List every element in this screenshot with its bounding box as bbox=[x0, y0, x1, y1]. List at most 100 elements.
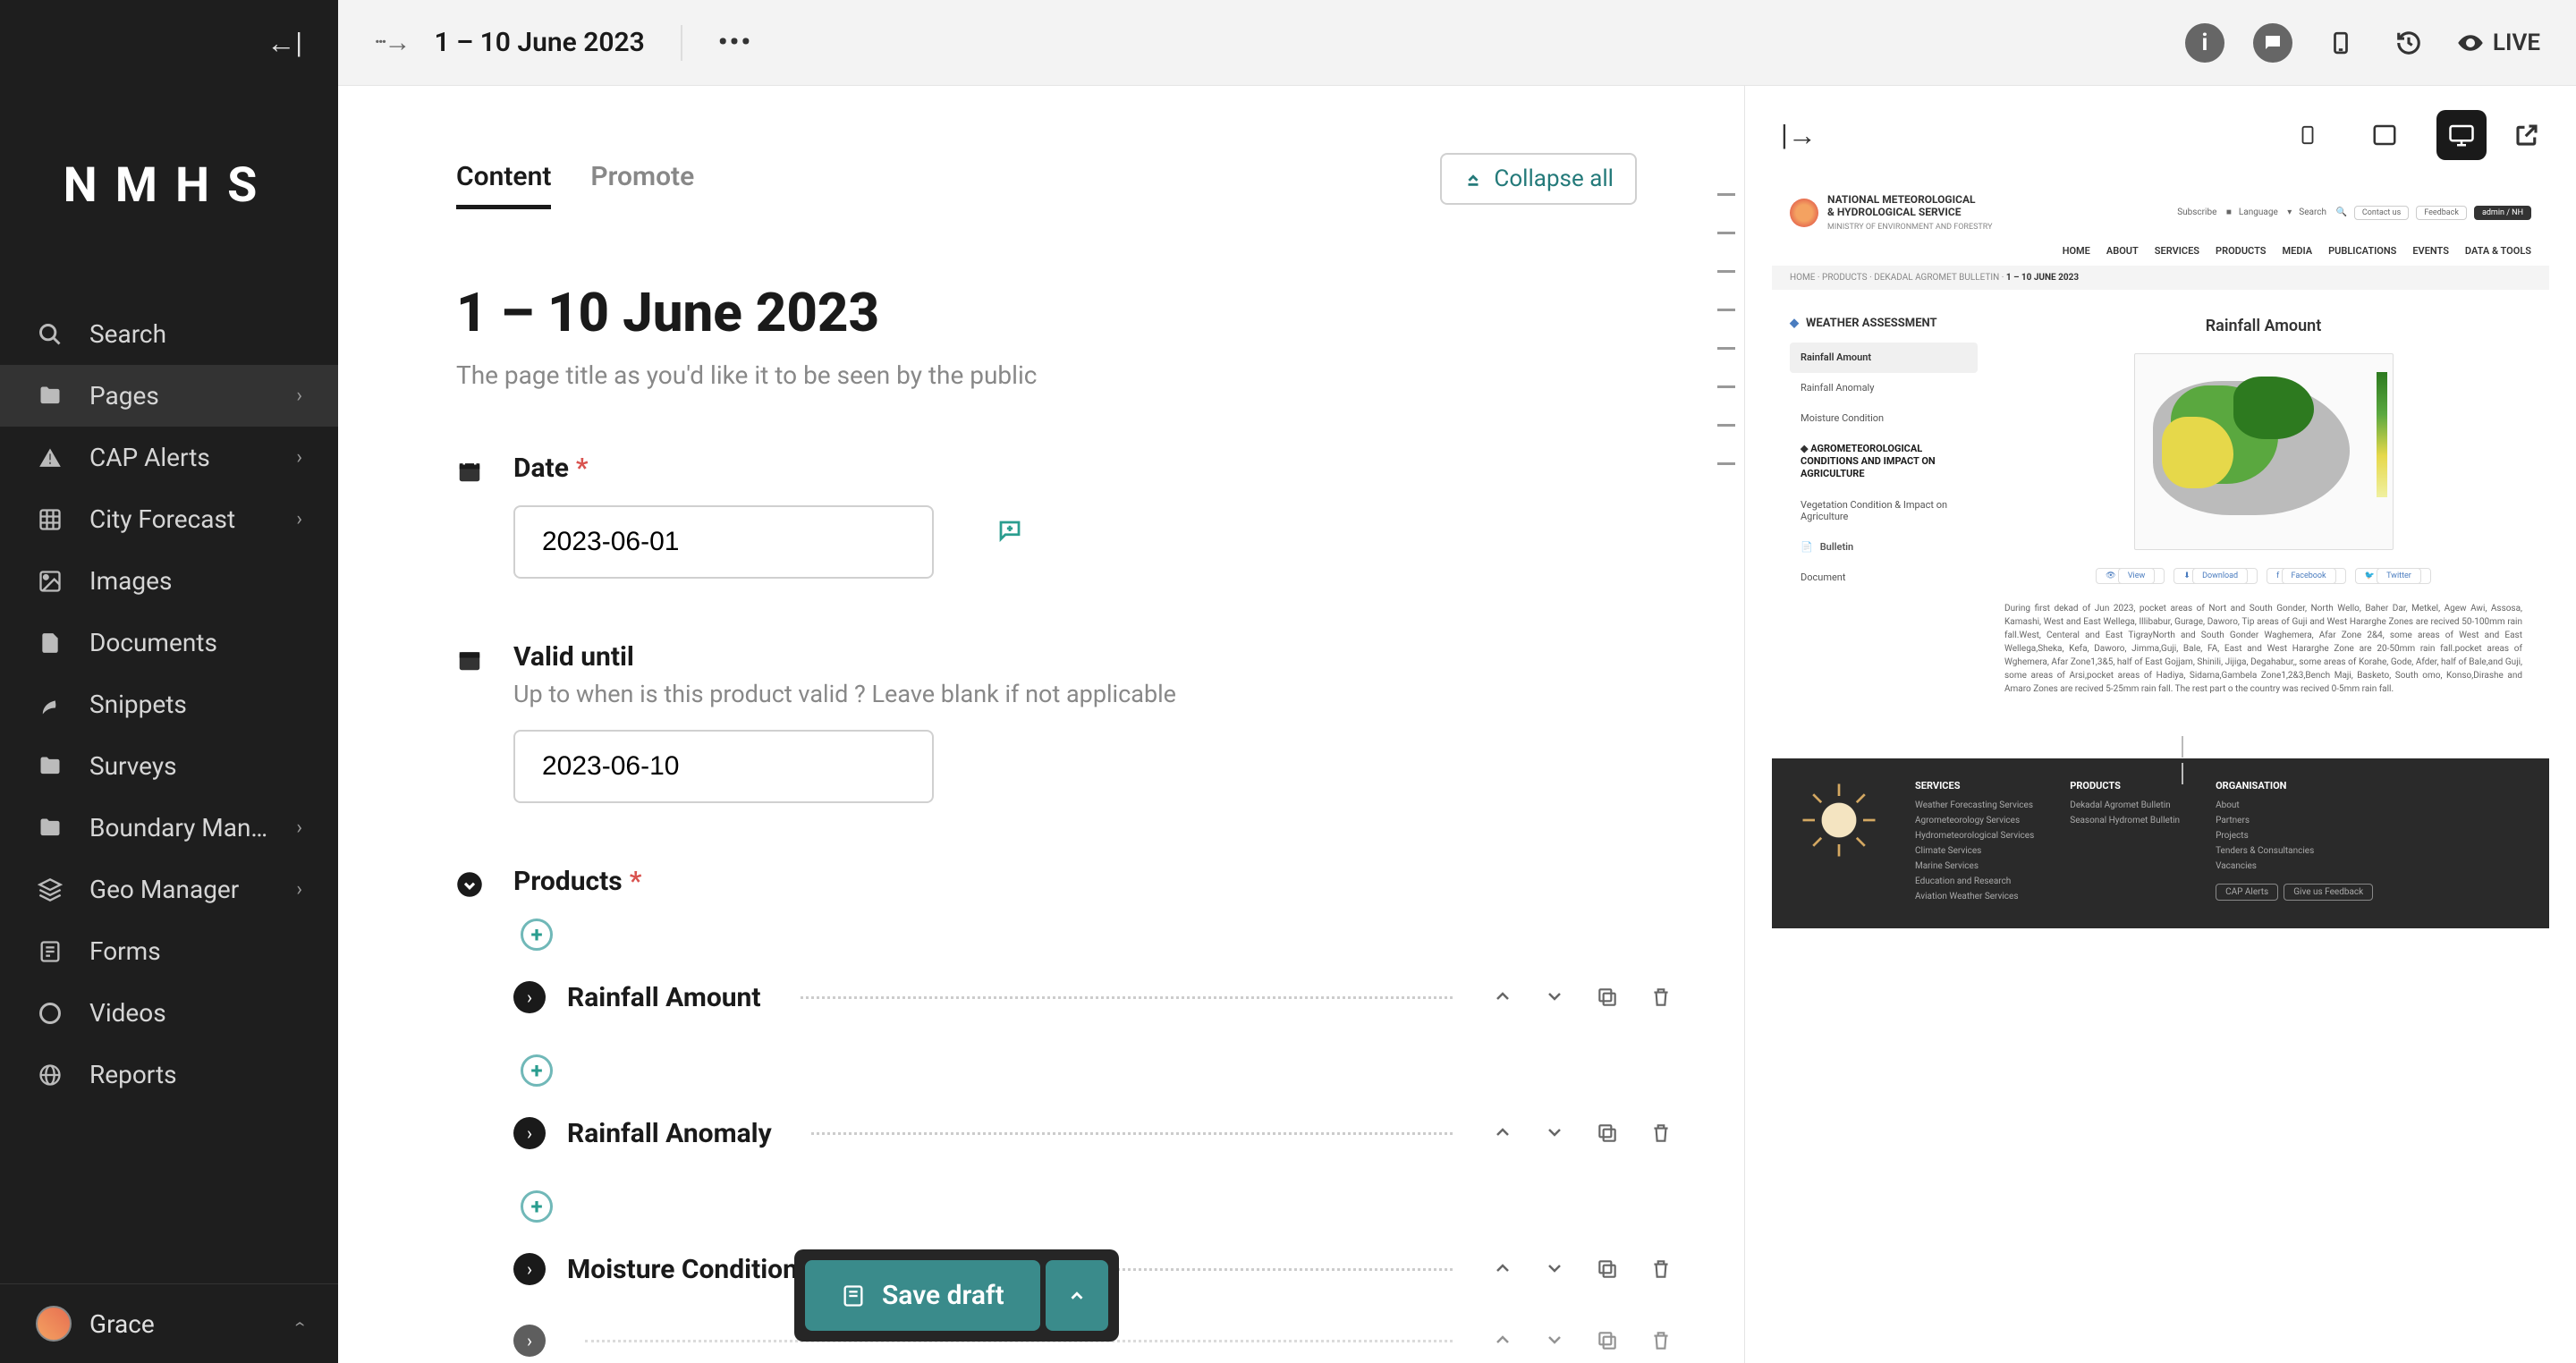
add-block-button[interactable]: + bbox=[521, 919, 553, 951]
valid-until-input[interactable] bbox=[513, 730, 934, 803]
calendar-icon bbox=[456, 641, 485, 803]
required-mark: * bbox=[576, 453, 589, 484]
sidebar-item-reports[interactable]: Reports bbox=[0, 1044, 338, 1105]
tab-content[interactable]: Content bbox=[456, 148, 551, 209]
date-input[interactable] bbox=[513, 505, 934, 579]
form-icon bbox=[36, 937, 64, 966]
minimap[interactable] bbox=[1708, 193, 1744, 465]
chevron-right-icon: › bbox=[296, 385, 302, 407]
chevron-up-icon: › bbox=[288, 1321, 310, 1327]
title-help: The page title as you'd like it to be se… bbox=[456, 360, 1673, 390]
mobile-icon[interactable] bbox=[2321, 23, 2360, 63]
preview-footer-logo bbox=[1799, 780, 1879, 860]
toggle-side-panel-icon[interactable]: |→ bbox=[1781, 118, 1817, 152]
move-down-icon[interactable] bbox=[1544, 1257, 1565, 1281]
history-icon[interactable] bbox=[2389, 23, 2428, 63]
sidebar-item-boundary[interactable]: Boundary Man… › bbox=[0, 797, 338, 859]
sidebar-item-city-forecast[interactable]: City Forecast › bbox=[0, 488, 338, 550]
sidebar-item-documents[interactable]: Documents bbox=[0, 612, 338, 673]
globe-icon bbox=[36, 1061, 64, 1089]
product-block: › Rainfall Amount bbox=[513, 961, 1673, 1033]
required-mark: * bbox=[630, 866, 642, 897]
move-up-icon[interactable] bbox=[1492, 1257, 1513, 1281]
collapse-icon bbox=[1463, 169, 1483, 189]
add-block-button[interactable]: + bbox=[521, 1054, 553, 1087]
page-title[interactable]: 1 – 10 June 2023 bbox=[456, 281, 1673, 344]
separator bbox=[681, 25, 682, 61]
more-actions-icon[interactable]: ••• bbox=[718, 27, 752, 58]
move-down-icon[interactable] bbox=[1544, 986, 1565, 1009]
expand-icon[interactable]: › bbox=[513, 1325, 546, 1357]
field-valid-until: Valid until Up to when is this product v… bbox=[456, 641, 1673, 803]
device-desktop[interactable] bbox=[2436, 110, 2487, 160]
expand-icon[interactable]: › bbox=[513, 1253, 546, 1285]
panel-resize-handle[interactable] bbox=[2179, 733, 2186, 787]
copy-icon[interactable] bbox=[1596, 1329, 1619, 1352]
delete-icon[interactable] bbox=[1649, 1329, 1673, 1352]
chevron-right-icon: › bbox=[296, 446, 302, 469]
sidebar-item-snippets[interactable]: Snippets bbox=[0, 673, 338, 735]
layers-icon bbox=[36, 876, 64, 904]
preview-map bbox=[2134, 353, 2394, 550]
expand-icon[interactable]: › bbox=[513, 1117, 546, 1149]
tab-promote[interactable]: Promote bbox=[590, 148, 694, 209]
folder-icon bbox=[36, 814, 64, 842]
expand-icon[interactable]: › bbox=[513, 981, 546, 1013]
sidebar-item-forms[interactable]: Forms bbox=[0, 920, 338, 982]
sidebar-item-images[interactable]: Images bbox=[0, 550, 338, 612]
sidebar-user[interactable]: Grace › bbox=[0, 1283, 338, 1363]
collapse-all-button[interactable]: Collapse all bbox=[1440, 153, 1637, 205]
preview-frame[interactable]: NATIONAL METEOROLOGICAL & HYDROLOGICAL S… bbox=[1745, 184, 2576, 1363]
main: ···→ 1 – 10 June 2023 ••• i LIVE bbox=[338, 0, 2576, 1363]
chevron-right-icon: › bbox=[296, 878, 302, 901]
collapse-section-icon[interactable] bbox=[456, 866, 485, 1363]
live-status[interactable]: LIVE bbox=[2457, 30, 2540, 56]
delete-icon[interactable] bbox=[1649, 986, 1673, 1009]
save-options-toggle[interactable] bbox=[1046, 1260, 1108, 1331]
move-up-icon[interactable] bbox=[1492, 986, 1513, 1009]
copy-icon[interactable] bbox=[1596, 986, 1619, 1009]
device-tablet[interactable] bbox=[2360, 110, 2410, 160]
save-draft-button[interactable]: Save draft bbox=[805, 1260, 1040, 1331]
breadcrumb-title[interactable]: 1 – 10 June 2023 bbox=[435, 27, 645, 58]
document-icon bbox=[36, 629, 64, 657]
search-icon bbox=[36, 320, 64, 349]
info-icon[interactable]: i bbox=[2185, 23, 2224, 63]
sidebar-item-videos[interactable]: Videos bbox=[0, 982, 338, 1044]
chevron-right-icon: › bbox=[296, 817, 302, 839]
add-comment-icon[interactable] bbox=[996, 518, 1023, 545]
move-up-icon[interactable] bbox=[1492, 1329, 1513, 1352]
sidebar-item-cap-alerts[interactable]: CAP Alerts › bbox=[0, 427, 338, 488]
chevron-right-icon: › bbox=[296, 508, 302, 530]
delete-icon[interactable] bbox=[1649, 1257, 1673, 1281]
move-down-icon[interactable] bbox=[1544, 1122, 1565, 1145]
preview-panel: |→ NATIONAL METE bbox=[1744, 86, 2576, 1363]
sidebar-search-label: Search bbox=[89, 319, 302, 349]
copy-icon[interactable] bbox=[1596, 1122, 1619, 1145]
calendar-icon bbox=[456, 453, 485, 579]
sidebar-collapse-icon[interactable]: ←| bbox=[267, 26, 302, 60]
move-down-icon[interactable] bbox=[1544, 1329, 1565, 1352]
sidebar-search[interactable]: Search bbox=[0, 303, 338, 365]
delete-icon[interactable] bbox=[1649, 1122, 1673, 1145]
circle-icon bbox=[36, 999, 64, 1028]
editor-panel: Content Promote Collapse all 1 – 10 June… bbox=[338, 86, 1744, 1363]
save-bar: Save draft bbox=[794, 1249, 1119, 1342]
copy-icon[interactable] bbox=[1596, 1257, 1619, 1281]
sidebar-item-geo[interactable]: Geo Manager › bbox=[0, 859, 338, 920]
folder-icon bbox=[36, 752, 64, 781]
breadcrumb-nav-icon[interactable]: ···→ bbox=[374, 27, 408, 58]
move-up-icon[interactable] bbox=[1492, 1122, 1513, 1145]
preview-logo-icon bbox=[1790, 199, 1818, 227]
field-date: Date* bbox=[456, 453, 1673, 579]
comments-icon[interactable] bbox=[2253, 23, 2292, 63]
sidebar: ←| NMHS Search Pages › CAP Alerts › bbox=[0, 0, 338, 1363]
grid-icon bbox=[36, 505, 64, 534]
product-block: › Rainfall Anomaly bbox=[513, 1097, 1673, 1169]
device-mobile[interactable] bbox=[2283, 110, 2333, 160]
folder-icon bbox=[36, 382, 64, 411]
sidebar-item-surveys[interactable]: Surveys bbox=[0, 735, 338, 797]
open-new-window-icon[interactable] bbox=[2513, 122, 2540, 148]
sidebar-item-pages[interactable]: Pages › bbox=[0, 365, 338, 427]
add-block-button[interactable]: + bbox=[521, 1190, 553, 1223]
